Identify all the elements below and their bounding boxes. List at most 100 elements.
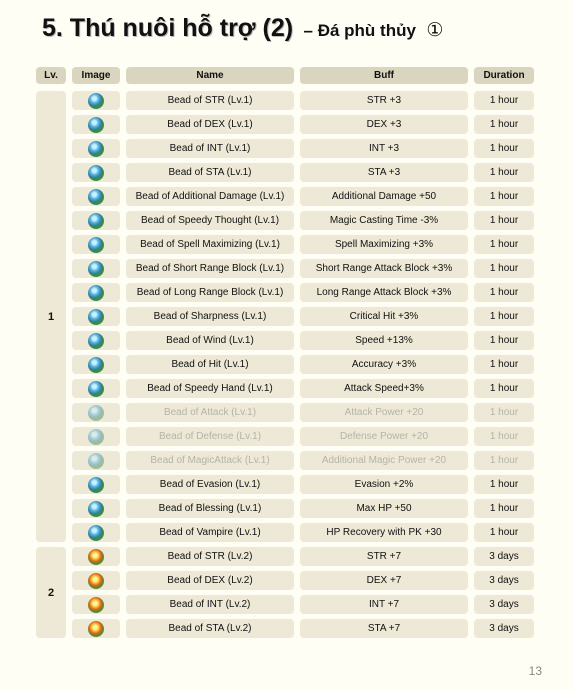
- bead-green-icon: [88, 453, 104, 469]
- buff-cell: Evasion +2%: [300, 475, 468, 494]
- name-cell: Bead of INT (Lv.2): [126, 595, 294, 614]
- duration-cell: 1 hour: [474, 379, 534, 398]
- name-cell: Bead of Blessing (Lv.1): [126, 499, 294, 518]
- buff-cell: Attack Speed+3%: [300, 379, 468, 398]
- buff-cell: STR +7: [300, 547, 468, 566]
- buff-cell: STA +7: [300, 619, 468, 638]
- duration-cell: 1 hour: [474, 451, 534, 470]
- bead-green-icon: [88, 93, 104, 109]
- image-cell: [72, 547, 120, 566]
- duration-cell: 1 hour: [474, 187, 534, 206]
- bead-green-icon: [88, 141, 104, 157]
- bead-green-icon: [88, 165, 104, 181]
- bead-green-icon: [88, 429, 104, 445]
- image-cell: [72, 355, 120, 374]
- image-cell: [72, 379, 120, 398]
- buff-cell: Attack Power +20: [300, 403, 468, 422]
- duration-cell: 1 hour: [474, 283, 534, 302]
- image-cell: [72, 595, 120, 614]
- name-cell: Bead of Speedy Thought (Lv.1): [126, 211, 294, 230]
- image-cell: [72, 283, 120, 302]
- header-name: Name: [126, 67, 294, 84]
- duration-cell: 1 hour: [474, 235, 534, 254]
- name-cell: Bead of MagicAttack (Lv.1): [126, 451, 294, 470]
- duration-cell: 3 days: [474, 547, 534, 566]
- title-sub: – Đá phù thủy: [303, 21, 416, 40]
- buff-cell: Speed +13%: [300, 331, 468, 350]
- bead-green-icon: [88, 117, 104, 133]
- duration-cell: 1 hour: [474, 91, 534, 110]
- name-cell: Bead of STA (Lv.2): [126, 619, 294, 638]
- duration-cell: 1 hour: [474, 523, 534, 542]
- bead-fire-icon: [88, 621, 104, 637]
- name-cell: Bead of STR (Lv.1): [126, 91, 294, 110]
- image-cell: [72, 499, 120, 518]
- image-cell: [72, 331, 120, 350]
- duration-cell: 1 hour: [474, 163, 534, 182]
- buff-cell: Defense Power +20: [300, 427, 468, 446]
- title-marker: ①: [426, 20, 444, 41]
- image-cell: [72, 91, 120, 110]
- title-main: 5. Thú nuôi hỗ trợ (2): [42, 14, 294, 42]
- duration-cell: 1 hour: [474, 475, 534, 494]
- duration-cell: 1 hour: [474, 499, 534, 518]
- buff-cell: Spell Maximizing +3%: [300, 235, 468, 254]
- buff-cell: DEX +7: [300, 571, 468, 590]
- name-cell: Bead of Additional Damage (Lv.1): [126, 187, 294, 206]
- duration-cell: 1 hour: [474, 259, 534, 278]
- duration-cell: 1 hour: [474, 331, 534, 350]
- bead-green-icon: [88, 309, 104, 325]
- image-cell: [72, 187, 120, 206]
- image-cell: [72, 451, 120, 470]
- name-cell: Bead of DEX (Lv.1): [126, 115, 294, 134]
- buff-cell: Additional Magic Power +20: [300, 451, 468, 470]
- name-cell: Bead of STA (Lv.1): [126, 163, 294, 182]
- duration-cell: 1 hour: [474, 427, 534, 446]
- name-cell: Bead of Short Range Block (Lv.1): [126, 259, 294, 278]
- bead-fire-icon: [88, 573, 104, 589]
- header-buff: Buff: [300, 67, 468, 84]
- buff-cell: INT +3: [300, 139, 468, 158]
- bead-green-icon: [88, 405, 104, 421]
- bead-green-icon: [88, 477, 104, 493]
- buff-cell: Short Range Attack Block +3%: [300, 259, 468, 278]
- page-title: 5. Thú nuôi hỗ trợ (2) – Đá phù thủy ①: [42, 14, 443, 43]
- image-cell: [72, 235, 120, 254]
- bead-green-icon: [88, 285, 104, 301]
- bead-fire-icon: [88, 597, 104, 613]
- bead-green-icon: [88, 357, 104, 373]
- image-cell: [72, 403, 120, 422]
- duration-cell: 3 days: [474, 595, 534, 614]
- buff-cell: STA +3: [300, 163, 468, 182]
- buff-cell: Magic Casting Time -3%: [300, 211, 468, 230]
- header-image: Image: [72, 67, 120, 84]
- image-cell: [72, 619, 120, 638]
- bead-green-icon: [88, 261, 104, 277]
- bead-green-icon: [88, 501, 104, 517]
- image-cell: [72, 307, 120, 326]
- duration-cell: 1 hour: [474, 403, 534, 422]
- name-cell: Bead of STR (Lv.2): [126, 547, 294, 566]
- header-duration: Duration: [474, 67, 534, 84]
- image-cell: [72, 139, 120, 158]
- image-cell: [72, 163, 120, 182]
- bead-green-icon: [88, 333, 104, 349]
- name-cell: Bead of Spell Maximizing (Lv.1): [126, 235, 294, 254]
- name-cell: Bead of Defense (Lv.1): [126, 427, 294, 446]
- name-cell: Bead of INT (Lv.1): [126, 139, 294, 158]
- duration-cell: 3 days: [474, 619, 534, 638]
- buff-cell: Critical Hit +3%: [300, 307, 468, 326]
- page-number: 13: [528, 664, 542, 678]
- duration-cell: 1 hour: [474, 139, 534, 158]
- bead-fire-icon: [88, 549, 104, 565]
- image-cell: [72, 523, 120, 542]
- level-cell-2: 2: [36, 547, 66, 638]
- buff-cell: Additional Damage +50: [300, 187, 468, 206]
- duration-cell: 1 hour: [474, 307, 534, 326]
- image-cell: [72, 571, 120, 590]
- image-cell: [72, 427, 120, 446]
- header-lv: Lv.: [36, 67, 66, 84]
- duration-cell: 1 hour: [474, 115, 534, 134]
- name-cell: Bead of DEX (Lv.2): [126, 571, 294, 590]
- buff-cell: Long Range Attack Block +3%: [300, 283, 468, 302]
